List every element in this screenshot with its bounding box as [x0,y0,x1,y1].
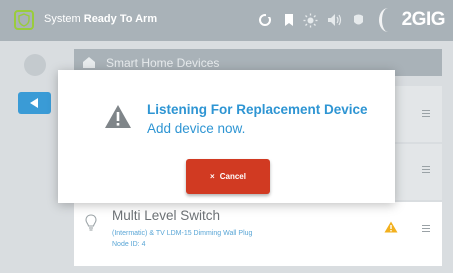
back-button[interactable] [18,92,51,114]
settings-icon[interactable] [352,13,365,27]
status-state: Ready To Arm [83,13,158,25]
device-title: Multi Level Switch [112,208,221,223]
menu-icon[interactable] [422,166,430,175]
section-title: Smart Home Devices [106,56,220,70]
warning-icon [105,105,131,128]
dialog-title: Listening For Replacement Device [147,102,368,117]
smart-home-icon [83,57,95,68]
brightness-icon[interactable] [303,13,318,28]
menu-icon[interactable] [422,225,430,234]
back-arrow-icon [30,98,38,108]
close-icon: × [210,172,215,181]
brand-swoosh [379,8,397,32]
system-status: System Ready To Arm [44,13,157,25]
device-row-multi-level-switch[interactable]: Multi Level Switch (Intermatic) & TV LDM… [74,202,442,266]
volume-icon[interactable] [327,13,343,27]
device-node-id: Node ID: 4 [112,241,146,248]
brand-logo: 2GIG [401,9,446,30]
cancel-button[interactable]: × Cancel [186,159,270,194]
status-bar: System Ready To Arm 2GIG [0,0,453,41]
replacement-device-dialog: Listening For Replacement Device Add dev… [58,70,395,203]
device-subtitle: (Intermatic) & TV LDM-15 Dimming Wall Pl… [112,230,253,237]
status-prefix: System [44,13,81,25]
light-bulb-icon [85,214,97,231]
menu-icon[interactable] [422,110,430,119]
home-button[interactable] [24,54,46,76]
warning-icon [384,221,398,233]
shield-icon [18,13,30,27]
security-shield-button[interactable] [14,10,34,30]
cancel-label: Cancel [219,172,246,181]
dialog-message: Add device now. [147,121,246,136]
refresh-icon[interactable] [258,13,272,27]
bookmark-icon[interactable] [284,13,294,27]
